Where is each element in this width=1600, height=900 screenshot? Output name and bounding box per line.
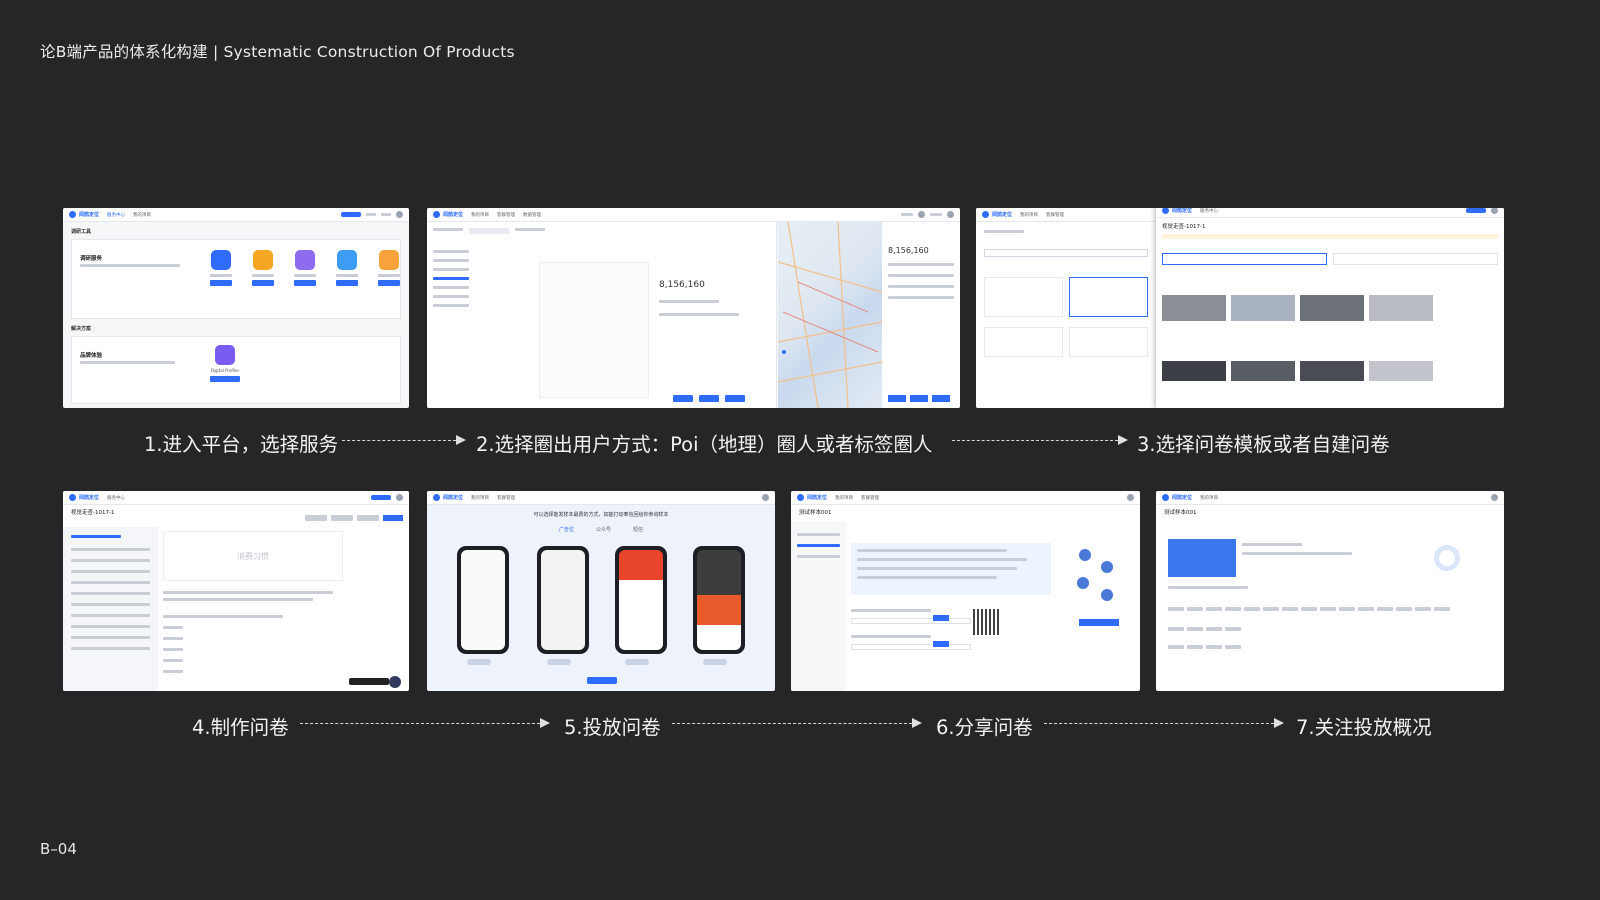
app-logo: 闻鹊定位 [69, 211, 99, 218]
arrow-4-5 [300, 723, 540, 724]
step5-label: 5.投放问卷 [564, 716, 661, 739]
screenshot-step1-platform: 闻鹊定位 服务中心 我的项目 调研工具 调研服务 解决方案 品牌体验 Digit… [63, 208, 409, 408]
arrowhead-1-2 [456, 435, 466, 445]
solution-title: 品牌体验 [80, 353, 103, 359]
nav-service-center[interactable]: 服务中心 [107, 212, 125, 218]
section-solutions: 解决方案 [71, 326, 92, 332]
page-title: 论B端产品的体系化构建 | Systematic Construction Of… [40, 43, 515, 61]
arrow-2-3 [952, 440, 1118, 441]
app-topbar: 闻鹊定位 服务中心 我的项目 [63, 208, 409, 222]
service-icon-settings[interactable] [336, 250, 358, 286]
digital-profiler-label: Digital Profiler [210, 368, 240, 373]
arrowhead-4-5 [540, 718, 550, 728]
arrowhead-6-7 [1274, 718, 1284, 728]
tab-sms[interactable]: 短信 [633, 526, 643, 533]
qr-code-icon[interactable] [973, 609, 999, 635]
step6-label: 6.分享问卷 [936, 716, 1033, 739]
arrow-1-2 [342, 440, 456, 441]
phone-mockup-4[interactable] [693, 546, 745, 654]
screenshot-step4-create-survey: 闻鹊定位 服务中心 视觉走查-1017-1 消费习惯 [63, 491, 409, 691]
step3-label: 3.选择问卷模板或者自建问卷 [1137, 433, 1390, 456]
tab-official-account[interactable]: 公众号 [596, 526, 611, 533]
section-research-tools: 调研工具 [71, 229, 92, 235]
project-title: 视觉走查-1017-1 [1162, 224, 1206, 230]
screenshot-step6-share: 闻鹊定位 我的项目 客群管理 测试样本001 [791, 491, 1140, 691]
phone-mockup-1[interactable] [457, 546, 509, 654]
service-icon-market[interactable] [378, 250, 400, 286]
step7-label: 7.关注投放概况 [1296, 716, 1432, 739]
service-icon-user-insight[interactable] [294, 250, 316, 286]
service-icon-precise-people[interactable] [252, 250, 274, 286]
step1-label: 1.进入平台，选择服务 [144, 433, 339, 456]
arrow-5-6 [672, 723, 912, 724]
digital-profiler-card[interactable]: Digital Profiler [210, 345, 240, 382]
survey-placeholder: 消费习惯 [237, 551, 269, 561]
user-count: 8,156,160 [659, 280, 705, 290]
avatar[interactable] [396, 211, 403, 218]
phone-mockup-3[interactable] [615, 546, 667, 654]
arrowhead-2-3 [1118, 435, 1128, 445]
map-view[interactable] [777, 221, 883, 408]
arrow-6-7 [1044, 723, 1274, 724]
page-number: B–04 [40, 840, 77, 858]
screenshot-step3-template: 闻鹊定位 我的项目 客群管理 闻鹊定位 服务中心 视觉走查-1017-1 [976, 208, 1504, 408]
nav-my-projects[interactable]: 我的项目 [133, 212, 151, 218]
screenshot-step5-distribute: 闻鹊定位 我的项目 客群管理 可以选择能发样本最费的方式，如能打动奉信回给你参询样本… [427, 491, 775, 691]
phone-mockup-2[interactable] [537, 546, 589, 654]
step4-label: 4.制作问卷 [192, 716, 289, 739]
arrowhead-5-6 [912, 718, 922, 728]
user-count-secondary: 8,156,160 [888, 246, 929, 255]
share-project-title: 测试样本001 [799, 510, 832, 516]
screenshot-step2-select-users: 闻鹊定位 我的项目 客群管理 数据管理 8,156,160 8,156,160 [427, 208, 960, 408]
app-topbar: 闻鹊定位 我的项目 客群管理 数据管理 [427, 208, 960, 222]
tab-ad-slot[interactable]: 广告位 [559, 526, 574, 533]
step2-label: 2.选择圈出用户方式：Poi（地理）圈人或者标签圈人 [476, 433, 933, 456]
distribute-headline: 可以选择能发样本最费的方式，如能打动奉信回给你参询样本 [533, 512, 669, 518]
service-icon-quick-survey[interactable] [210, 250, 232, 286]
overview-project-title: 测试样本001 [1164, 510, 1197, 516]
screenshot-step7-overview: 闻鹊定位 我的项目 测试样本001 [1156, 491, 1504, 691]
service-title: 调研服务 [80, 256, 103, 262]
